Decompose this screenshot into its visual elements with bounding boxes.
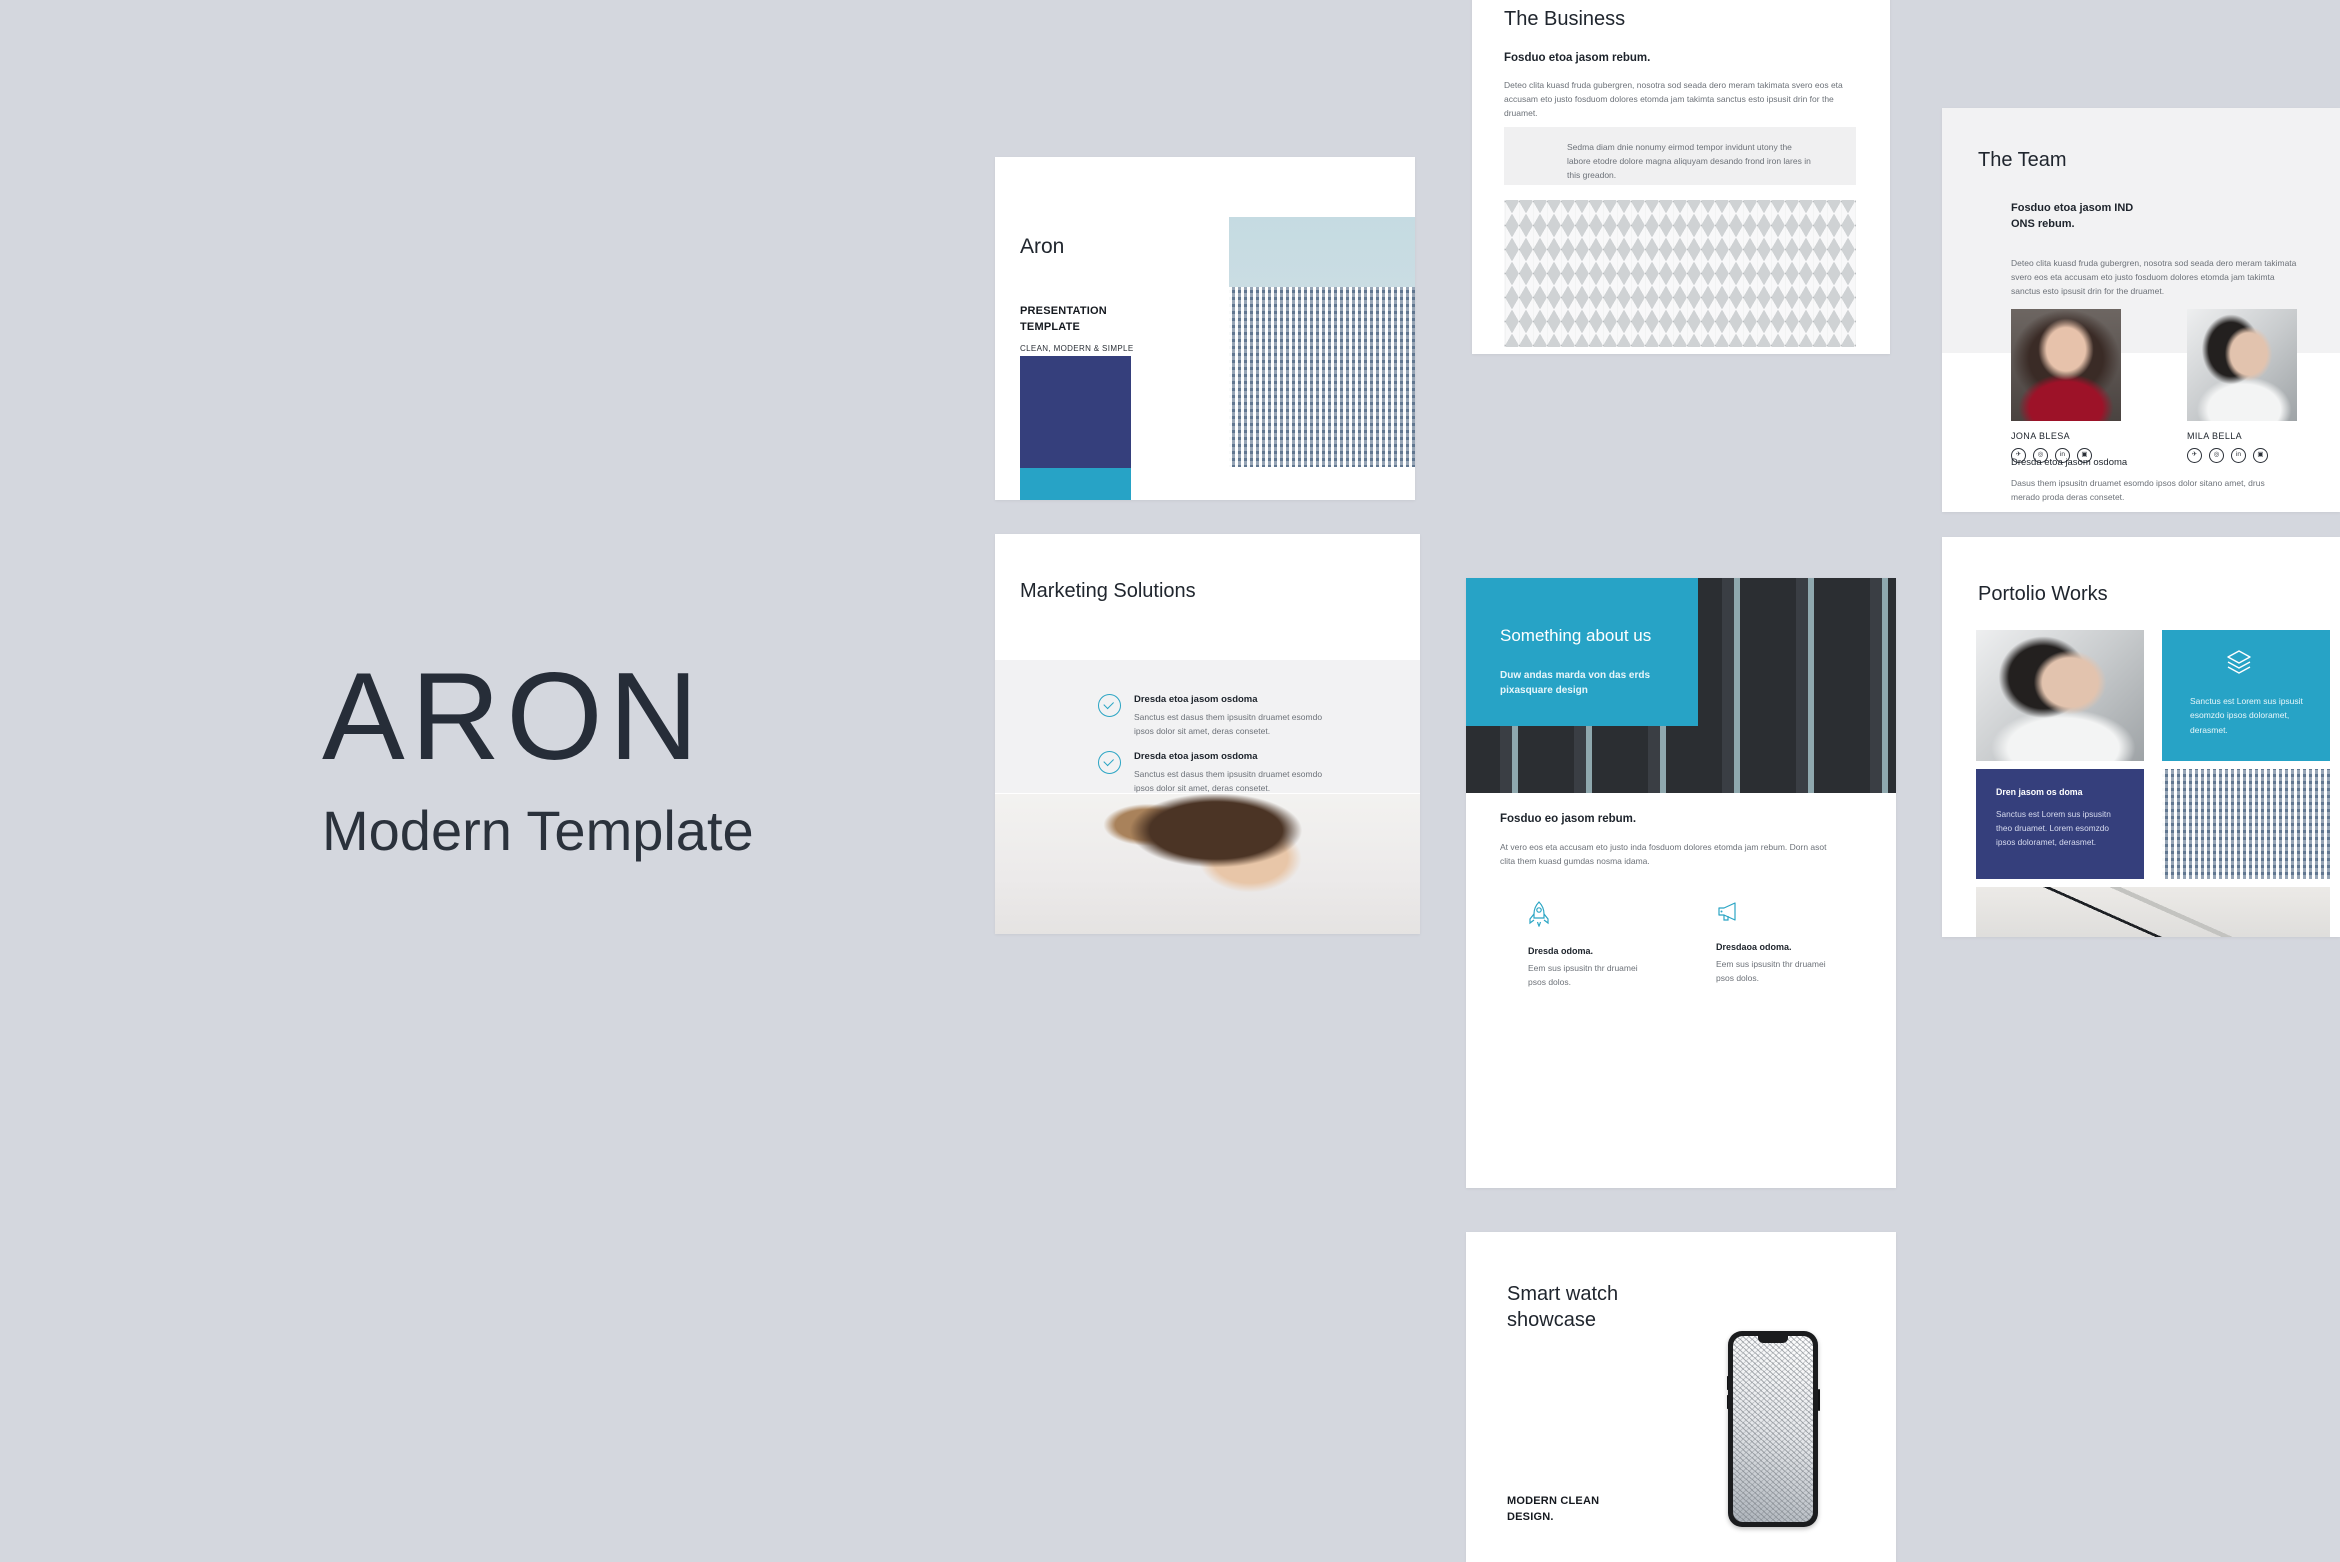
cover-title: Aron	[1020, 235, 1065, 258]
cover-navy-swatch	[1020, 356, 1131, 468]
check-circle-icon	[1098, 751, 1121, 774]
slide-portfolio[interactable]: Portolio Works Sanctus est Lorem sus ips…	[1942, 537, 2340, 937]
cover-kicker-line1: PRESENTATION	[1020, 305, 1107, 317]
phone-power-button[interactable]	[1818, 1389, 1820, 1411]
about-cyan-panel: Something about us Duw andas marda von d…	[1466, 578, 1698, 726]
brand-name: ARON	[322, 648, 705, 786]
team-subtitle-line2: ONS rebum.	[2011, 217, 2075, 230]
presentation-mockup-canvas: ARON Modern Template Aron PRESENTATION T…	[0, 0, 2340, 1562]
marketing-item-1-body: Sanctus est dasus them ipsusitn druamet …	[1134, 712, 1323, 737]
instagram-icon[interactable]: ◎	[2209, 448, 2224, 463]
team-footer-body: Dasus them ipsusitn druamet esomdo ipsos…	[2011, 478, 2265, 503]
slide-marketing-solutions[interactable]: Marketing Solutions Dresda etoa jasom os…	[995, 534, 1420, 934]
team-subtitle: Fosduo etoa jasom IND ONS rebum.	[2011, 201, 2133, 233]
megaphone-icon	[1718, 902, 1736, 921]
phone-screen	[1733, 1336, 1813, 1522]
about-feature-1-heading: Dresda odoma.	[1528, 946, 1594, 956]
about-feature-2-body: Eem sus ipsusitn thr druamei psos dolos.	[1716, 959, 1826, 984]
about-section-body: At vero eos eta accusam eto justo inda f…	[1500, 842, 1827, 867]
cover-sky-gradient	[1229, 217, 1415, 287]
marketing-item-2-body: Sanctus est dasus them ipsusitn druamet …	[1134, 769, 1323, 794]
portfolio-cell-photo-2[interactable]	[2162, 769, 2330, 879]
layers-icon	[2227, 650, 2251, 674]
team-title: The Team	[1978, 149, 2067, 171]
marketing-item-2: Dresda etoa jasom osdoma Sanctus est das…	[1098, 751, 1398, 795]
smartwatch-footer: MODERN CLEAN DESIGN.	[1507, 1494, 1599, 1526]
slide-business[interactable]: The Business Fosduo etoa jasom rebum. De…	[1472, 0, 1890, 354]
about-feature-1-body: Eem sus ipsusitn thr druamei psos dolos.	[1528, 963, 1638, 988]
about-section-heading: Fosduo eo jasom rebum.	[1500, 813, 1637, 825]
about-title: Something about us	[1500, 626, 1652, 645]
portfolio-cell-navy-heading: Dren jasom os doma	[1996, 787, 2083, 797]
team-member-2-social: ✈ ◎ in ▣	[2187, 448, 2297, 463]
rocket-icon	[1529, 901, 1549, 928]
cover-kicker: PRESENTATION TEMPLATE	[1020, 304, 1107, 336]
portfolio-cell-cyan[interactable]: Sanctus est Lorem sus ipsusit esomzdo ip…	[2162, 630, 2330, 761]
portfolio-title: Portolio Works	[1978, 583, 2108, 605]
phone-mockup	[1726, 1331, 1820, 1527]
phone-volume-button[interactable]	[1726, 1395, 1728, 1409]
business-callout-box: Sedma diam dnie nonumy eirmod tempor inv…	[1504, 127, 1856, 185]
portfolio-cell-navy-body: Sanctus est Lorem sus ipsusitn theo drua…	[1996, 809, 2111, 848]
team-member-2-photo	[2187, 309, 2297, 421]
about-feature-2: Dresdaoa odoma. Eem sus ipsusitn thr dru…	[1716, 901, 1846, 985]
team-footer-heading: Dresda etoa jasom osdoma	[2011, 457, 2128, 468]
business-subtitle: Fosduo etoa jasom rebum.	[1504, 52, 1651, 64]
marketing-item-2-heading: Dresda etoa jasom osdoma	[1134, 751, 1258, 762]
portfolio-cell-photo-wide[interactable]	[1976, 887, 2330, 937]
marketing-item-1-heading: Dresda etoa jasom osdoma	[1134, 694, 1258, 705]
brand-tagline: Modern Template	[322, 799, 754, 862]
portfolio-cell-cyan-body: Sanctus est Lorem sus ipsusit esomzdo ip…	[2190, 696, 2303, 735]
smartwatch-title-line1: Smart watch	[1507, 1283, 1619, 1305]
team-member-2-name: MILA BELLA	[2187, 431, 2243, 441]
team-member-1-photo	[2011, 309, 2121, 421]
phone-notch	[1758, 1336, 1788, 1343]
smartwatch-title: Smart watch showcase	[1507, 1282, 1618, 1333]
portfolio-cell-navy[interactable]: Dren jasom os doma Sanctus est Lorem sus…	[1976, 769, 2144, 879]
smartwatch-footer-line1: MODERN CLEAN	[1507, 1495, 1600, 1507]
team-member-1-name: JONA BLESA	[2011, 431, 2071, 441]
marketing-item-1: Dresda etoa jasom osdoma Sanctus est das…	[1098, 694, 1398, 738]
smartwatch-footer-line2: DESIGN.	[1507, 1510, 1554, 1523]
about-lower-panel: Fosduo eo jasom rebum. At vero eos eta a…	[1466, 793, 1896, 1188]
business-callout-text: Sedma diam dnie nonumy eirmod tempor inv…	[1567, 142, 1811, 181]
marketing-hero-photo	[995, 794, 1420, 934]
portfolio-cell-photo-1[interactable]	[1976, 630, 2144, 761]
cover-cyan-swatch	[1020, 468, 1131, 500]
team-member-1: JONA BLESA ✈ ◎ in ▣	[2011, 309, 2121, 463]
business-title: The Business	[1504, 8, 1626, 30]
team-body: Deteo clita kuasd fruda gubergren, nosot…	[2011, 258, 2297, 297]
linkedin-icon[interactable]: in	[2231, 448, 2246, 463]
phone-volume-button[interactable]	[1726, 1376, 1728, 1390]
twitter-icon[interactable]: ✈	[2187, 448, 2202, 463]
business-architecture-photo	[1504, 200, 1856, 347]
about-feature-1: Dresda odoma. Eem sus ipsusitn thr druam…	[1528, 901, 1658, 989]
slide-smartwatch[interactable]: Smart watch showcase MODERN CLEAN DESIGN…	[1466, 1232, 1896, 1562]
about-feature-2-heading: Dresdaoa odoma.	[1716, 942, 1792, 952]
cover-kicker-line2: TEMPLATE	[1020, 320, 1081, 333]
slide-team[interactable]: The Team Fosduo etoa jasom IND ONS rebum…	[1942, 108, 2340, 512]
about-subtitle: Duw andas marda von das erds pixasquare …	[1500, 670, 1651, 696]
team-subtitle-line1: Fosduo etoa jasom IND	[2011, 202, 2134, 214]
check-circle-icon	[1098, 694, 1121, 717]
business-body: Deteo clita kuasd fruda gubergren, nosot…	[1504, 80, 1843, 119]
brand-block: ARON Modern Template	[322, 655, 942, 885]
slide-about-us[interactable]: Something about us Duw andas marda von d…	[1466, 578, 1896, 1188]
behance-icon[interactable]: ▣	[2253, 448, 2268, 463]
slide-cover[interactable]: Aron PRESENTATION TEMPLATE CLEAN, MODERN…	[995, 157, 1415, 500]
marketing-title: Marketing Solutions	[1020, 580, 1196, 602]
team-member-2: MILA BELLA ✈ ◎ in ▣	[2187, 309, 2297, 463]
smartwatch-title-line2: showcase	[1507, 1308, 1596, 1331]
cover-footer: CLEAN, MODERN & SIMPLE	[1020, 344, 1134, 353]
